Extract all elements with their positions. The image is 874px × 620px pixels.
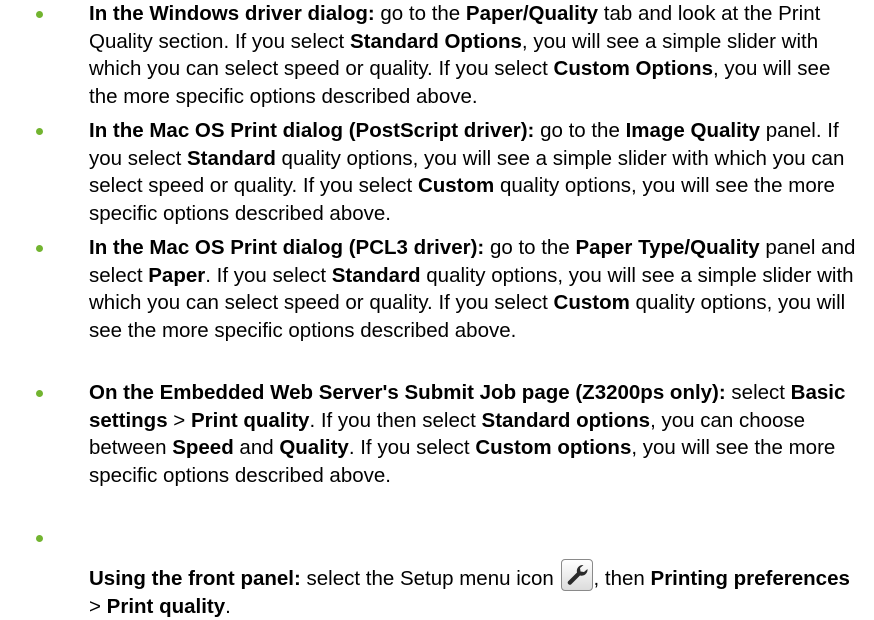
bullet-list: In the Windows driver dialog: go to the … [0, 0, 874, 620]
bullet-icon [36, 128, 43, 135]
item-heading: In the Windows driver dialog: [89, 2, 375, 25]
wrench-icon [560, 559, 593, 591]
item-heading: Using the front panel: [89, 567, 301, 590]
item-heading: In the Mac OS Print dialog (PostScript d… [89, 119, 535, 142]
list-item-text: On the Embedded Web Server's Submit Job … [89, 381, 846, 487]
list-item-text: In the Windows driver dialog: go to the … [89, 2, 831, 108]
list-item-text: Using the front panel: select the Setup … [89, 559, 864, 620]
bullet-icon [36, 390, 43, 397]
list-item-text: In the Mac OS Print dialog (PostScript d… [89, 119, 845, 225]
item-heading: On the Embedded Web Server's Submit Job … [89, 381, 726, 404]
bullet-icon [36, 245, 43, 252]
list-item-text: In the Mac OS Print dialog (PCL3 driver)… [89, 236, 856, 342]
bullet-icon [36, 535, 43, 542]
item-heading: In the Mac OS Print dialog (PCL3 driver)… [89, 236, 485, 259]
bullet-icon [36, 11, 43, 18]
